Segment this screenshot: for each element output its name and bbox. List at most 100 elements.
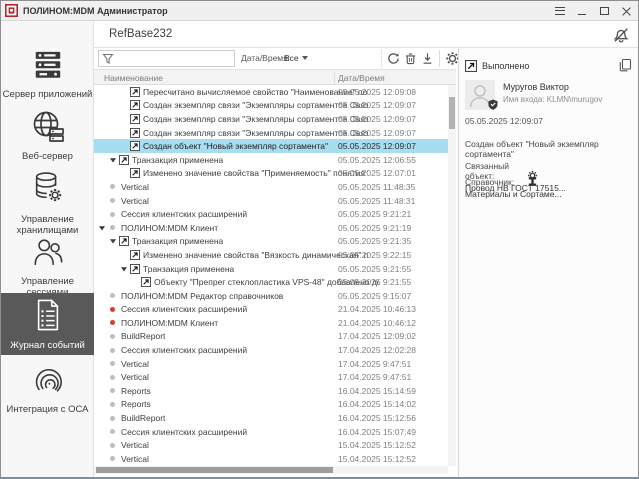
event-date: 05.05.2025 12:09:07 xyxy=(338,126,416,140)
table-row[interactable]: Объекту "Препрег стеклопластика VPS-48" … xyxy=(94,275,448,289)
event-label: Пересчитано вычисляемое свойство "Наимен… xyxy=(143,87,368,97)
table-row[interactable]: Создан экземпляр связи "Экземпляры сорта… xyxy=(94,99,448,113)
table-row[interactable]: Создан экземпляр связи "Экземпляры сорта… xyxy=(94,126,448,140)
sidebar-item-2[interactable]: Веб-сервер xyxy=(1,105,94,165)
chevron-down-icon[interactable] xyxy=(302,56,308,60)
status-dot-gray-icon xyxy=(110,212,115,217)
event-date: 05.05.2025 12:06:55 xyxy=(338,153,416,167)
event-date: 16.04.2025 15:12:56 xyxy=(338,411,416,425)
table-row[interactable]: Создан экземпляр связи "Экземпляры сорта… xyxy=(94,112,448,126)
filter-input[interactable] xyxy=(114,52,234,65)
date-filter-dropdown[interactable]: Все xyxy=(284,53,299,63)
event-link-icon xyxy=(130,168,140,178)
event-link-icon xyxy=(141,277,151,287)
event-log-icon xyxy=(33,298,63,337)
status-dot-gray-icon xyxy=(110,198,115,203)
table-row[interactable]: Vertical05.05.2025 11:48:31 xyxy=(94,194,448,208)
filter-box[interactable] xyxy=(98,50,235,67)
event-link-icon xyxy=(130,250,140,260)
sidebar-item-label: Управление хранилищами xyxy=(1,214,94,236)
horizontal-scrollbar[interactable] xyxy=(94,466,448,474)
horizontal-scrollbar-thumb[interactable] xyxy=(96,467,333,473)
table-row[interactable]: BuildReport16.04.2025 15:12:56 xyxy=(94,411,448,425)
table-row[interactable]: BuildReport17.04.2025 12:09:02 xyxy=(94,330,448,344)
table-row[interactable]: Транзакция применена 05.05.2025 12:06:55 xyxy=(94,153,448,167)
vertical-scrollbar[interactable] xyxy=(448,85,456,466)
event-link-icon xyxy=(130,264,140,274)
status-dot-gray-icon xyxy=(110,429,115,434)
table-row[interactable]: Reports16.04.2025 15:14:02 xyxy=(94,398,448,412)
event-label: Транзакция применена xyxy=(132,155,223,165)
shield-badge-icon xyxy=(488,99,498,112)
status-row: Выполнено xyxy=(465,60,529,72)
event-label: Изменено значение свойства "Вязкость дин… xyxy=(143,250,368,260)
catalog-value[interactable]: Материалы и Сортаме... xyxy=(465,189,562,199)
sidebar-item-3[interactable]: Управление хранилищами xyxy=(1,167,94,239)
table-row[interactable]: Vertical05.05.2025 11:48:35 xyxy=(94,180,448,194)
event-label: Изменено значение свойства "Применяемост… xyxy=(143,168,368,178)
table-row[interactable]: Транзакция применена 05.05.2025 9:21:55 xyxy=(94,262,448,276)
table-row[interactable]: Создан объект "Новый экземпляр сортамент… xyxy=(94,139,448,153)
minimize-button[interactable] xyxy=(574,3,590,19)
expander-icon xyxy=(120,265,128,273)
status-dot-red-icon xyxy=(110,320,115,325)
sidebar: Сервер приложений Веб-сервер Управление хр… xyxy=(1,21,94,479)
table-row[interactable]: Изменено значение свойства "Применяемост… xyxy=(94,167,448,181)
event-date: 05.05.2025 12:09:07 xyxy=(338,112,416,126)
table-row[interactable]: Сессия клиентских расширений21.04.2025 1… xyxy=(94,303,448,317)
refresh-button[interactable] xyxy=(386,51,401,66)
event-date: 16.04.2025 15:07:49 xyxy=(338,425,416,439)
event-date: 05.05.2025 9:21:19 xyxy=(338,221,411,235)
status-dot-gray-icon xyxy=(110,388,115,393)
event-link-icon xyxy=(130,114,140,124)
app-window: ПОЛИНОМ:MDM Администратор Сервер приложе… xyxy=(0,0,639,479)
table-row[interactable]: Сессия клиентских расширений16.04.2025 1… xyxy=(94,425,448,439)
status-dot-gray-icon xyxy=(110,293,115,298)
table-row[interactable]: Сессия клиентских расширений17.04.2025 1… xyxy=(94,343,448,357)
event-date: 05.05.2025 9:21:21 xyxy=(338,207,411,221)
titlebar: ПОЛИНОМ:MDM Администратор xyxy=(1,1,638,21)
table-row[interactable]: ПОЛИНОМ:MDM Клиент05.05.2025 9:21:19 xyxy=(94,221,448,235)
table-row[interactable]: Сессия клиентских расширений05.05.2025 9… xyxy=(94,207,448,221)
status-text: Выполнено xyxy=(482,61,529,71)
table-row[interactable]: Vertical17.04.2025 9:47:51 xyxy=(94,357,448,371)
event-date: 05.05.2025 11:48:31 xyxy=(338,194,415,208)
event-date: 05.05.2025 9:21:55 xyxy=(338,262,411,276)
delete-button[interactable] xyxy=(403,51,418,66)
sidebar-item-5[interactable]: Журнал событий xyxy=(1,293,94,355)
details-panel: Выполнено Муругов Виктор Имя входа: KLMN… xyxy=(458,48,639,478)
avatar xyxy=(465,80,495,110)
event-label: Создан объект "Новый экземпляр сортамент… xyxy=(143,141,328,151)
table-row[interactable]: Reports16.04.2025 15:14:59 xyxy=(94,384,448,398)
event-label: Транзакция применена xyxy=(143,264,234,274)
notifications-off-icon[interactable] xyxy=(612,26,630,44)
table-row[interactable]: Vertical17.04.2025 9:47:51 xyxy=(94,370,448,384)
catalog-label: Справочник: xyxy=(465,177,525,187)
refresh-icon xyxy=(387,52,400,65)
column-header-date[interactable]: Дата/Время xyxy=(338,73,385,83)
sidebar-item-4[interactable]: Управление сессиями xyxy=(1,240,94,294)
sidebar-item-label: Сервер приложений xyxy=(3,89,93,100)
vertical-scrollbar-thumb[interactable] xyxy=(449,97,455,129)
close-button[interactable] xyxy=(618,3,634,19)
table-row[interactable]: Транзакция применена05.05.2025 9:21:35 xyxy=(94,235,448,249)
status-dot-gray-icon xyxy=(110,334,115,339)
expander-icon xyxy=(109,156,117,164)
event-date: 21.04.2025 10:46:12 xyxy=(338,316,416,330)
copy-icon[interactable] xyxy=(618,58,632,72)
table-row[interactable]: Vertical15.04.2025 15:12:52 xyxy=(94,452,448,466)
column-header-name[interactable]: Наименование xyxy=(104,73,163,83)
maximize-button[interactable] xyxy=(596,3,612,19)
table-row[interactable]: ПОЛИНОМ:MDM Редактор справочников05.05.2… xyxy=(94,289,448,303)
content-header: RefBase232 xyxy=(94,21,639,48)
table-row[interactable]: Пересчитано вычисляемое свойство "Наимен… xyxy=(94,85,448,99)
table-row[interactable]: Vertical15.04.2025 15:12:52 xyxy=(94,438,448,452)
export-button[interactable] xyxy=(420,51,435,66)
table-row[interactable]: Изменено значение свойства "Вязкость дин… xyxy=(94,248,448,262)
table-row[interactable]: ПОЛИНОМ:MDM Клиент21.04.2025 10:46:12 xyxy=(94,316,448,330)
window-menu-icon[interactable] xyxy=(552,3,568,19)
status-dot-gray-icon xyxy=(110,375,115,380)
window-title: ПОЛИНОМ:MDM Администратор xyxy=(23,6,168,16)
sidebar-item-1[interactable]: Сервер приложений xyxy=(1,45,94,103)
sidebar-item-6[interactable]: Интеграция с ОСА xyxy=(1,359,94,417)
